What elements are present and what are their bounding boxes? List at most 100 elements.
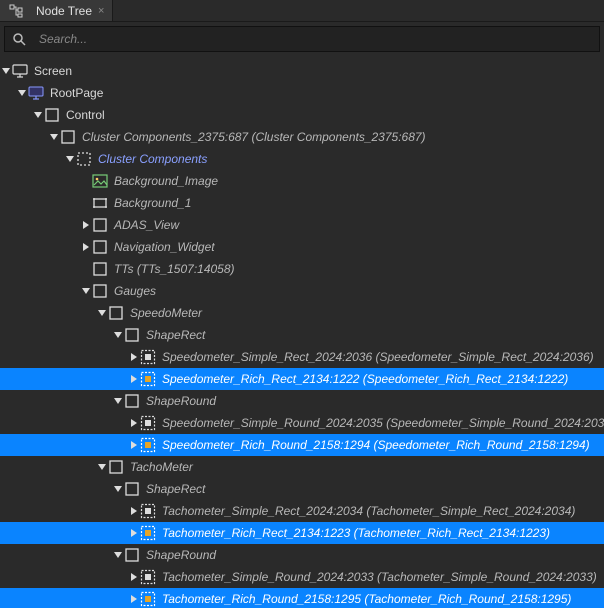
tree-row[interactable]: Cluster Components_2375:687 (Cluster Com… (0, 126, 604, 148)
comp-icon (140, 415, 156, 431)
box-icon (92, 239, 108, 255)
chevron-down-icon[interactable] (112, 485, 124, 493)
monitor2-icon (28, 85, 44, 101)
box-icon (124, 481, 140, 497)
tree-row-label: TachoMeter (130, 460, 201, 474)
tree-row[interactable]: RootPage (0, 82, 604, 104)
chevron-down-icon[interactable] (48, 133, 60, 141)
tree-row[interactable]: Background_1 (0, 192, 604, 214)
tree-row[interactable]: ADAS_View (0, 214, 604, 236)
search-input[interactable] (39, 32, 593, 46)
tree-row[interactable]: ShapeRect (0, 478, 604, 500)
search-icon (11, 31, 27, 47)
tree-row[interactable]: Tachometer_Rich_Rect_2134:1223 (Tachomet… (0, 522, 604, 544)
dashbox-icon (76, 151, 92, 167)
box-icon (60, 129, 76, 145)
tree-row[interactable]: ShapeRect (0, 324, 604, 346)
tab-label: Node Tree (36, 4, 92, 18)
tree-row-label: Speedometer_Simple_Rect_2024:2036 (Speed… (162, 350, 602, 364)
comp-icon (140, 503, 156, 519)
rect-icon (92, 195, 108, 211)
tree-row[interactable]: Navigation_Widget (0, 236, 604, 258)
tree-icon (8, 3, 24, 19)
chevron-right-icon[interactable] (128, 353, 140, 361)
tree-row-label: Cluster Components (98, 152, 215, 166)
tree-row-label: Tachometer_Rich_Round_2158:1295 (Tachome… (162, 592, 579, 606)
box-icon (92, 261, 108, 277)
chevron-right-icon[interactable] (128, 507, 140, 515)
tree-row-label: Speedometer_Simple_Round_2024:2035 (Spee… (162, 416, 604, 430)
tree-row-label: Screen (34, 64, 80, 78)
tree-row-label: Background_1 (114, 196, 199, 210)
tree-row[interactable]: Screen (0, 60, 604, 82)
tree-row[interactable]: Cluster Components (0, 148, 604, 170)
chevron-right-icon[interactable] (80, 243, 92, 251)
monitor-icon (12, 63, 28, 79)
chevron-right-icon[interactable] (128, 529, 140, 537)
tree-row[interactable]: Tachometer_Rich_Round_2158:1295 (Tachome… (0, 588, 604, 608)
tabbar: Node Tree × (0, 0, 604, 22)
chevron-down-icon[interactable] (112, 397, 124, 405)
close-icon[interactable]: × (98, 5, 104, 17)
node-tree[interactable]: Screen RootPage Control Cluster Components_… (0, 54, 604, 608)
chevron-down-icon[interactable] (112, 551, 124, 559)
tree-row-label: Tachometer_Rich_Rect_2134:1223 (Tachomet… (162, 526, 558, 540)
box-icon (124, 327, 140, 343)
tree-row[interactable]: Speedometer_Rich_Rect_2134:1222 (Speedom… (0, 368, 604, 390)
tree-row-label: Control (66, 108, 113, 122)
tree-row[interactable]: Gauges (0, 280, 604, 302)
chevron-right-icon[interactable] (128, 573, 140, 581)
chevron-right-icon[interactable] (80, 221, 92, 229)
tree-row[interactable]: Tachometer_Simple_Round_2024:2033 (Tacho… (0, 566, 604, 588)
tree-row-label: Navigation_Widget (114, 240, 223, 254)
box-icon (124, 393, 140, 409)
box-icon (124, 547, 140, 563)
chevron-down-icon[interactable] (96, 309, 108, 317)
compgold-icon (140, 437, 156, 453)
chevron-down-icon[interactable] (64, 155, 76, 163)
tree-row-label: ShapeRound (146, 394, 224, 408)
tree-row[interactable]: SpeedoMeter (0, 302, 604, 324)
chevron-down-icon[interactable] (16, 89, 28, 97)
tree-row[interactable]: ShapeRound (0, 544, 604, 566)
tree-row[interactable]: Speedometer_Rich_Round_2158:1294 (Speedo… (0, 434, 604, 456)
tree-row[interactable]: Control (0, 104, 604, 126)
chevron-down-icon[interactable] (96, 463, 108, 471)
chevron-down-icon[interactable] (112, 331, 124, 339)
tree-row-label: Gauges (114, 284, 164, 298)
tree-row-label: ADAS_View (114, 218, 187, 232)
tree-row-label: Tachometer_Simple_Round_2024:2033 (Tacho… (162, 570, 604, 584)
search-bar[interactable] (4, 26, 600, 52)
tree-row-label: RootPage (50, 86, 111, 100)
tab-node-tree[interactable]: Node Tree × (0, 0, 113, 21)
chevron-down-icon[interactable] (0, 67, 12, 75)
chevron-right-icon[interactable] (128, 595, 140, 603)
box-icon (92, 283, 108, 299)
tree-row-label: ShapeRect (146, 328, 213, 342)
tree-row[interactable]: ShapeRound (0, 390, 604, 412)
tree-row[interactable]: Background_Image (0, 170, 604, 192)
chevron-right-icon[interactable] (128, 375, 140, 383)
tree-row[interactable]: TTs (TTs_1507:14058) (0, 258, 604, 280)
tree-row[interactable]: Speedometer_Simple_Round_2024:2035 (Spee… (0, 412, 604, 434)
chevron-right-icon[interactable] (128, 419, 140, 427)
tree-row[interactable]: Tachometer_Simple_Rect_2024:2034 (Tachom… (0, 500, 604, 522)
tree-row-label: TTs (TTs_1507:14058) (114, 262, 243, 276)
box-icon (108, 459, 124, 475)
tree-row-label: ShapeRound (146, 548, 224, 562)
chevron-right-icon[interactable] (128, 441, 140, 449)
comp-icon (140, 349, 156, 365)
compgold-icon (140, 371, 156, 387)
chevron-down-icon[interactable] (32, 111, 44, 119)
tree-row-label: Speedometer_Rich_Round_2158:1294 (Speedo… (162, 438, 598, 452)
image-icon (92, 173, 108, 189)
tree-row[interactable]: TachoMeter (0, 456, 604, 478)
box-icon (108, 305, 124, 321)
box-icon (92, 217, 108, 233)
tree-row-label: Cluster Components_2375:687 (Cluster Com… (82, 130, 434, 144)
tree-row[interactable]: Speedometer_Simple_Rect_2024:2036 (Speed… (0, 346, 604, 368)
chevron-down-icon[interactable] (80, 287, 92, 295)
tree-row-label: ShapeRect (146, 482, 213, 496)
tree-row-label: SpeedoMeter (130, 306, 210, 320)
tree-row-label: Tachometer_Simple_Rect_2024:2034 (Tachom… (162, 504, 583, 518)
